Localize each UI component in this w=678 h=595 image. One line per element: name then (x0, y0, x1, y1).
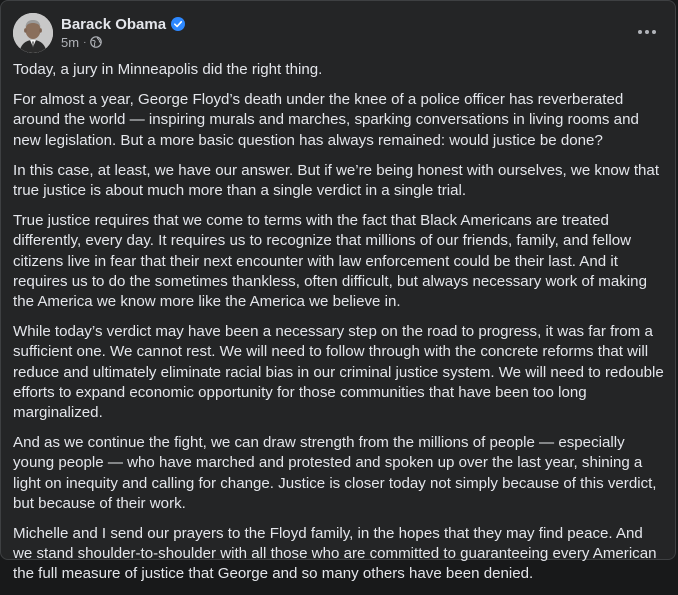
post-header: Barack Obama 5m · (1, 1, 675, 59)
more-options-button[interactable] (633, 17, 661, 45)
author-line: Barack Obama (61, 14, 186, 34)
post-timestamp[interactable]: 5m (61, 35, 79, 50)
post-paragraph: True justice requires that we come to te… (13, 212, 647, 311)
post-body: Today, a jury in Minneapolis did the rig… (13, 60, 665, 595)
avatar-image (13, 13, 53, 53)
meta-separator: · (83, 36, 87, 48)
post-paragraph: In this case, at least, we have our answ… (13, 161, 660, 200)
author-name[interactable]: Barack Obama (61, 16, 166, 33)
post-paragraph: Michelle and I send our prayers to the F… (13, 525, 657, 583)
post-paragraph: Today, a jury in Minneapolis did the rig… (13, 61, 323, 78)
author-avatar[interactable] (13, 13, 53, 53)
post-paragraph: While today’s verdict may have been a ne… (13, 323, 664, 422)
post-meta: 5m · (61, 34, 103, 50)
post-paragraph: For almost a year, George Floyd’s death … (13, 91, 639, 149)
globe-icon[interactable] (90, 36, 103, 48)
post-paragraph: And as we continue the fight, we can dra… (13, 434, 657, 512)
post-card: Barack Obama 5m · Today, a jury in Minne… (0, 0, 676, 582)
more-horizontal-icon (637, 22, 657, 40)
verified-badge-icon (171, 17, 186, 31)
